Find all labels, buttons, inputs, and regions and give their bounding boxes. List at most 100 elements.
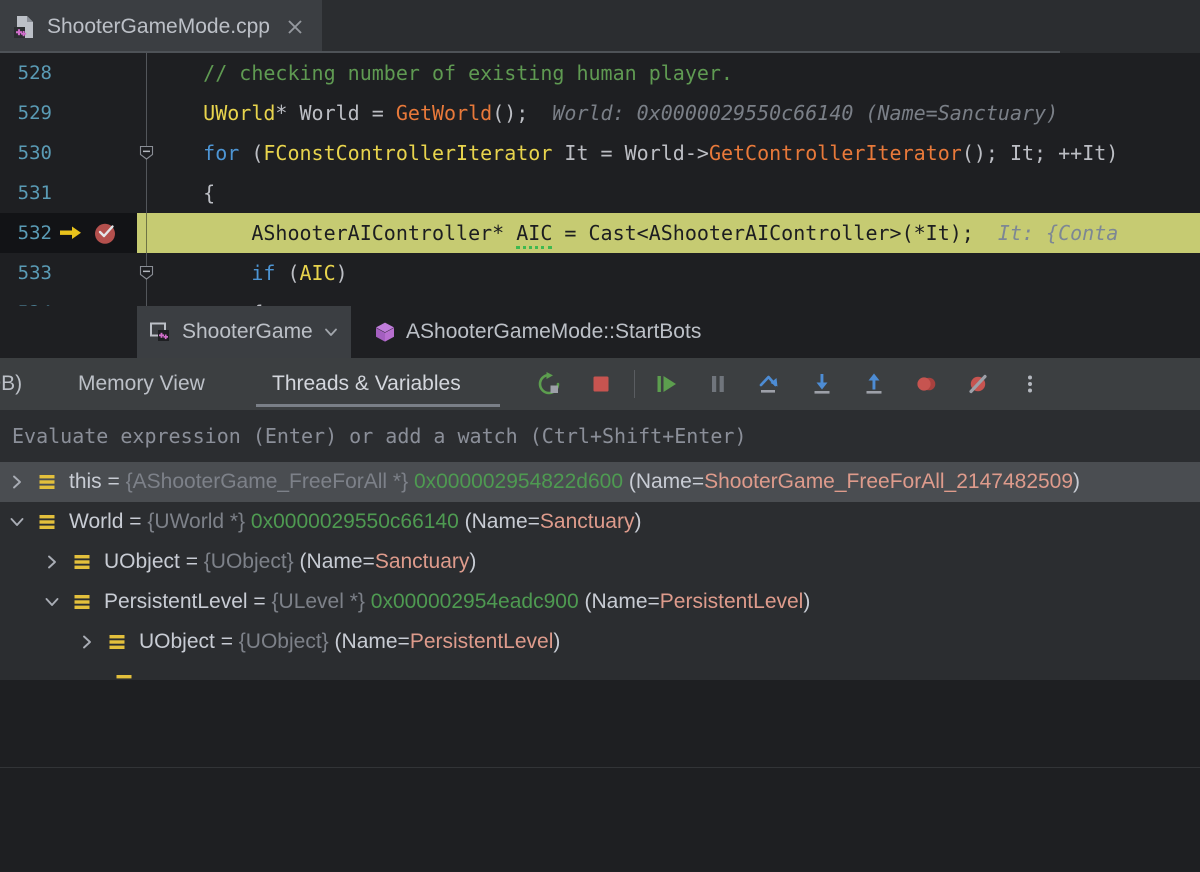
code-token: FConstControllerIterator [263, 141, 552, 165]
variable-icon [113, 671, 135, 680]
code-line-530[interactable]: for (FConstControllerIterator It = World… [155, 133, 1200, 173]
variable-value: PersistentLevel [410, 630, 554, 654]
code-token: = [360, 101, 396, 125]
fold-collapse-icon[interactable] [139, 265, 154, 280]
more-vertical-icon [1015, 369, 1045, 399]
code-line-533[interactable]: if (AIC) [155, 253, 1200, 293]
breakpoints-icon [911, 369, 941, 399]
close-icon[interactable] [284, 16, 306, 38]
breadcrumb-item-2[interactable]: AShooterGameMode::StartBots [361, 306, 713, 358]
breakpoint-verified-icon[interactable] [92, 220, 118, 246]
view-breakpoints-button[interactable] [911, 369, 941, 399]
code-line-531[interactable]: { [155, 173, 1200, 213]
code-line-534[interactable]: { [155, 293, 1200, 306]
line-number: 528 [0, 53, 52, 93]
code-line-532[interactable]: AShooterAIController* AIC = Cast<AShoote… [155, 213, 1200, 253]
variable-name-prefix: (Name= [629, 470, 704, 494]
variable-row[interactable]: World = {UWorld *} 0x0000029550c66140 (N… [0, 502, 1200, 542]
gutter-line-533[interactable]: 533 [0, 253, 137, 293]
code-token: GetWorld [396, 101, 492, 125]
code-token: { [155, 181, 215, 205]
toolbar-separator [634, 370, 635, 398]
variable-name: PersistentLevel [104, 590, 248, 614]
code-line-528[interactable]: // checking number of existing human pla… [155, 53, 1200, 93]
variable-name-prefix: (Name= [335, 630, 410, 654]
variable-name-prefix: (Name= [465, 510, 540, 534]
variable-name-prefix: (Name= [300, 550, 375, 574]
variable-value: PersistentLevel [660, 590, 804, 614]
toolbar-bottom-border [0, 767, 1200, 768]
variable-icon [71, 551, 93, 573]
variable-row[interactable]: this = {AShooterGame_FreeForAll *} 0x000… [0, 462, 1200, 502]
editor-tab-label: ShooterGameMode.cpp [47, 15, 270, 39]
chevron-right-icon[interactable] [78, 633, 96, 651]
evaluate-expression-placeholder: Evaluate expression (Enter) or add a wat… [12, 410, 747, 462]
editor-gutter[interactable]: 528529530531532533534 [0, 53, 137, 306]
breadcrumb: ShooterGame AShooterGameMode::StartBots [0, 306, 1200, 358]
variable-value: ShooterGame_FreeForAll_2147482509 [704, 470, 1073, 494]
variable-name: this [69, 470, 102, 494]
chevron-right-icon[interactable] [8, 473, 26, 491]
step-out-icon [859, 369, 889, 399]
editor-tab-shootergamemode[interactable]: ShooterGameMode.cpp [0, 0, 322, 53]
tab-memory-view[interactable]: Memory View [78, 358, 205, 410]
variable-icon [36, 511, 58, 533]
mute-breakpoints-button[interactable] [963, 369, 993, 399]
rerun-button[interactable] [534, 369, 564, 399]
code-token: (); [492, 101, 528, 125]
chevron-down-icon[interactable] [43, 593, 61, 611]
breadcrumb-label: ShooterGame [182, 320, 313, 344]
code-line-529[interactable]: UWorld* World = GetWorld(); World: 0x000… [155, 93, 1200, 133]
variable-row[interactable]: PersistentLevel = {ULevel *} 0x000002954… [0, 582, 1200, 622]
variable-name-suffix: ) [553, 630, 560, 654]
variable-row[interactable]: UObject = {UObject} (Name=Sanctuary) [0, 542, 1200, 582]
code-line-text: { [155, 293, 263, 306]
variable-equals: = [248, 590, 272, 614]
stop-icon [586, 369, 616, 399]
gutter-line-534[interactable]: 534 [0, 293, 137, 306]
code-token: ( [275, 261, 299, 285]
resume-button[interactable] [652, 369, 682, 399]
debugger-toolbar: DB) Memory View Threads & Variables [0, 358, 1200, 410]
gutter-line-531[interactable]: 531 [0, 173, 137, 213]
gutter-line-528[interactable]: 528 [0, 53, 137, 93]
variable-name: UObject [104, 550, 180, 574]
gutter-line-530[interactable]: 530 [0, 133, 137, 173]
tab-threads-and-variables[interactable]: Threads & Variables [272, 358, 461, 410]
step-into-button[interactable] [807, 369, 837, 399]
fold-collapse-icon[interactable] [139, 145, 154, 160]
variables-tree[interactable]: this = {AShooterGame_FreeForAll *} 0x000… [0, 462, 1200, 680]
code-token: if [251, 261, 275, 285]
tab-debugger-console[interactable]: DB) [0, 358, 22, 410]
gutter-line-529[interactable]: 529 [0, 93, 137, 133]
chevron-right-icon[interactable] [43, 553, 61, 571]
variable-row[interactable]: UObject = {UObject} (Name=PersistentLeve… [0, 622, 1200, 662]
active-tab-underline [256, 404, 500, 407]
stop-button[interactable] [586, 369, 616, 399]
variable-type: {ULevel *} [272, 590, 365, 614]
variable-name-suffix: ) [803, 590, 810, 614]
variable-pointer: 0x0000029550c66140 [251, 510, 459, 534]
gutter-line-532[interactable]: 532 [0, 213, 137, 253]
line-number: 533 [0, 253, 52, 293]
variable-row[interactable] [0, 662, 1200, 680]
chevron-down-icon[interactable] [8, 513, 26, 531]
code-token [155, 101, 203, 125]
variable-icon [36, 471, 58, 493]
pause-icon [703, 369, 733, 399]
variable-icon [106, 631, 128, 653]
code-token: AIC [300, 261, 336, 285]
more-options-button[interactable] [1015, 369, 1045, 399]
code-text-area[interactable]: // checking number of existing human pla… [155, 53, 1200, 306]
step-over-button[interactable] [755, 369, 785, 399]
fold-guide-line-segment [146, 213, 147, 253]
chevron-down-icon[interactable] [323, 324, 339, 340]
code-line-text: { [155, 173, 215, 213]
step-out-button[interactable] [859, 369, 889, 399]
breadcrumb-item-1[interactable]: ShooterGame [137, 306, 351, 358]
code-editor[interactable]: 528529530531532533534 // checking number… [0, 53, 1200, 306]
pause-button[interactable] [703, 369, 733, 399]
evaluate-expression-row[interactable]: Evaluate expression (Enter) or add a wat… [0, 410, 1200, 462]
variable-equals: = [123, 510, 147, 534]
code-token: It = [552, 141, 624, 165]
